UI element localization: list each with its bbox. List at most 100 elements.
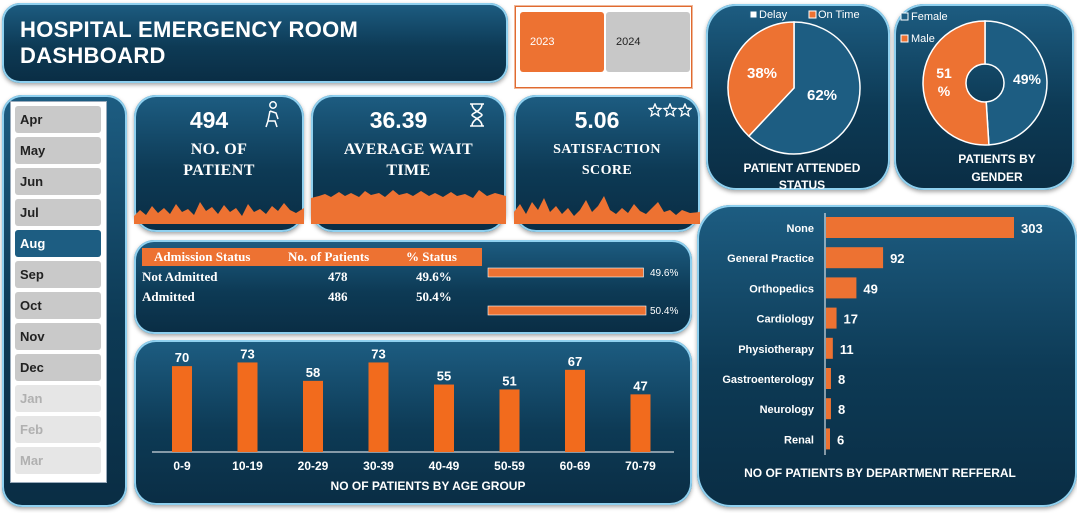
month-mar-button[interactable]: Mar <box>15 447 101 474</box>
admission-header-pct: % Status <box>406 249 457 264</box>
age-bar <box>499 389 520 452</box>
admission-bar <box>487 267 644 278</box>
dept-value-label: 11 <box>840 342 854 357</box>
gender-panel: Female Male 49% 51% PATIENTS BY GENDER <box>894 4 1074 190</box>
age-bar <box>237 362 258 452</box>
legend-label: Male <box>911 33 935 45</box>
legend-swatch-female <box>900 12 909 21</box>
admission-header-count: No. of Patients <box>288 249 370 264</box>
month-slicer: Apr May Jun Jul Aug Sep Oct Nov Dec Jan Feb Mar <box>10 101 107 483</box>
satisfaction-label-line1: SATISFACTION <box>553 142 661 157</box>
dept-category-label: Neurology <box>760 404 815 416</box>
donut-title-line1: PATIENTS BY <box>958 152 1036 166</box>
year-2024-button[interactable]: 2024 <box>606 12 690 72</box>
dept-value-label: 8 <box>838 402 845 417</box>
age-bar-label: 73 <box>371 346 385 361</box>
age-bar <box>368 362 389 452</box>
month-apr-button[interactable]: Apr <box>15 106 101 133</box>
patients-label-line2: PATIENT <box>183 162 255 179</box>
dept-category-label: Cardiology <box>757 314 815 326</box>
wait-label-line1: AVERAGE WAIT <box>343 141 474 158</box>
admission-header-status: Admission Status <box>154 249 251 264</box>
dept-bar <box>826 307 837 329</box>
dept-value-label: 92 <box>890 251 904 266</box>
age-tick-label: 30-39 <box>363 459 394 473</box>
dept-category-label: Renal <box>784 434 814 446</box>
department-chart: None 303 General Practice 92 Orthopedics 49 Ca… <box>722 213 1043 480</box>
admission-panel: Admission Status No. of Patients % Statu… <box>134 240 692 334</box>
age-bar-label: 73 <box>240 346 254 361</box>
dept-value-label: 303 <box>1021 221 1043 236</box>
wait-value: 36.39 <box>369 107 428 133</box>
month-jun-button[interactable]: Jun <box>15 168 101 195</box>
age-group-chart: 70 0-9 73 10-19 58 20-29 73 30-39 55 40-49 51 50-59… <box>152 346 674 493</box>
satisfaction-sparkline <box>514 196 700 224</box>
pie-title-line1: PATIENT ATTENDED <box>744 161 861 175</box>
age-bar-label: 58 <box>306 365 320 380</box>
donut-value-label: % <box>938 83 951 99</box>
donut-value-label: 49% <box>1013 71 1042 87</box>
month-aug-button[interactable]: Aug <box>15 230 101 257</box>
dept-bar <box>826 217 1014 238</box>
dept-category-label: Orthopedics <box>749 283 814 295</box>
month-may-button[interactable]: May <box>15 137 101 164</box>
attended-status-chart: Delay On Time 62% 38% PATIENT ATTENDED STATUS <box>727 9 861 192</box>
age-bar-label: 55 <box>437 369 451 384</box>
hourglass-icon <box>470 103 484 127</box>
admission-row-pct: 49.6% <box>416 269 452 284</box>
pie-value-label: 38% <box>747 65 777 82</box>
legend-swatch-delay <box>749 10 758 19</box>
donut-title-line2: GENDER <box>971 170 1023 184</box>
department-chart-panel: None 303 General Practice 92 Orthopedics 49 Ca… <box>697 205 1077 507</box>
stars-icon <box>648 103 692 117</box>
month-jan-button[interactable]: Jan <box>15 385 101 412</box>
admission-row-status: Admitted <box>142 289 195 304</box>
age-bar-label: 67 <box>568 354 582 369</box>
legend-label: On Time <box>818 9 860 21</box>
gender-chart: Female Male 49% 51% PATIENTS BY GENDER <box>900 11 1048 184</box>
dept-bar <box>826 277 857 299</box>
age-tick-label: 70-79 <box>625 459 656 473</box>
admission-bar-label: 50.4% <box>650 306 678 317</box>
age-bar <box>630 394 651 452</box>
dept-value-label: 17 <box>844 312 858 327</box>
dept-category-label: Physiotherapy <box>738 344 815 356</box>
admission-row-count: 478 <box>328 269 348 284</box>
satisfaction-label: SATISFACTION SCORE <box>514 139 700 181</box>
legend-label: Female <box>911 11 948 23</box>
admission-bar <box>487 305 647 316</box>
month-sep-button[interactable]: Sep <box>15 261 101 288</box>
month-feb-button[interactable]: Feb <box>15 416 101 443</box>
month-dec-button[interactable]: Dec <box>15 354 101 381</box>
pie-title-line2: STATUS <box>779 178 825 190</box>
legend-label: Delay <box>759 9 788 21</box>
legend-swatch-ontime <box>808 10 817 19</box>
wait-sparkline <box>311 190 506 224</box>
dept-value-label: 6 <box>837 432 844 447</box>
age-bar <box>303 380 323 452</box>
admission-row-pct: 50.4% <box>416 289 452 304</box>
patients-sparkline <box>134 202 304 224</box>
dept-bar <box>826 368 831 389</box>
age-bar <box>434 384 454 452</box>
admission-row-count: 486 <box>328 289 348 304</box>
dept-value-label: 49 <box>863 281 877 296</box>
age-bar <box>172 366 192 452</box>
year-2023-button[interactable]: 2023 <box>520 12 604 72</box>
patient-icon <box>265 101 279 128</box>
dept-chart-title: NO OF PATIENTS BY DEPARTMENT REFFERAL <box>744 466 1016 480</box>
dept-category-label: Gastroenterology <box>722 374 815 386</box>
patients-label: NO. OF PATIENT <box>134 139 304 181</box>
kpi-wait-time: 36.39 AVERAGE WAIT TIME <box>311 95 506 232</box>
dept-bar <box>826 337 833 359</box>
wait-label: AVERAGE WAIT TIME <box>311 139 506 181</box>
month-nov-button[interactable]: Nov <box>15 323 101 350</box>
title-panel: HOSPITAL EMERGENCY ROOM DASHBOARD <box>2 3 508 83</box>
month-jul-button[interactable]: Jul <box>15 199 101 226</box>
month-oct-button[interactable]: Oct <box>15 292 101 319</box>
dept-bar <box>826 398 831 420</box>
kpi-satisfaction: 5.06 SATISFACTION SCORE <box>514 95 700 232</box>
age-bar-label: 51 <box>502 373 516 388</box>
dept-category-label: General Practice <box>727 253 814 265</box>
age-bar-label: 47 <box>633 378 647 393</box>
